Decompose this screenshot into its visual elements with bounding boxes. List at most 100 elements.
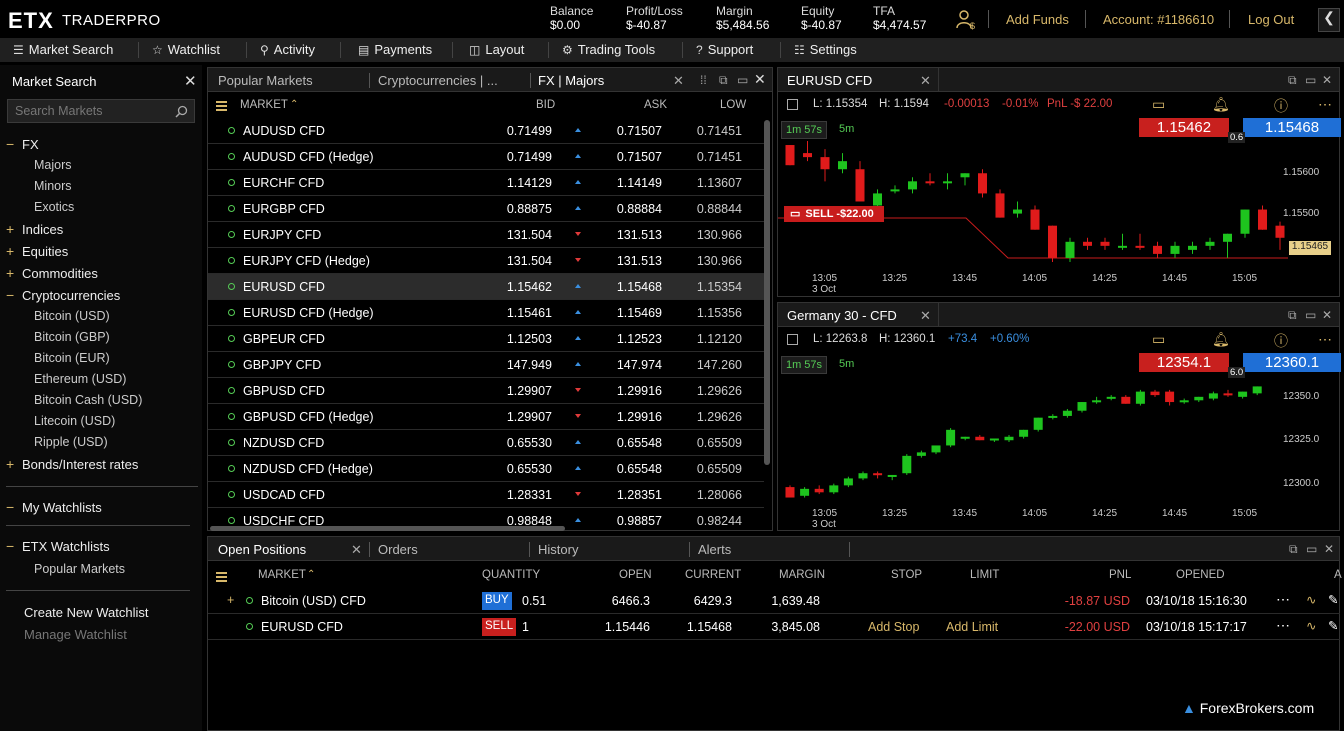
ask-price[interactable]: 1.15469 xyxy=(617,306,662,320)
popout-icon[interactable]: ⧉ xyxy=(719,73,728,88)
menu-icon[interactable] xyxy=(216,100,227,111)
add-stop-link[interactable]: Add Stop xyxy=(868,620,919,634)
edit-icon[interactable]: ✎ xyxy=(1328,592,1338,607)
crypto-sub-item[interactable]: Ripple (USD) xyxy=(34,435,108,449)
add-funds-link[interactable]: Add Funds xyxy=(1006,12,1069,27)
ask-price[interactable]: 0.71507 xyxy=(617,150,662,164)
category-bonds-interest-rates[interactable]: Bonds/Interest rates xyxy=(22,457,138,472)
bid-price[interactable]: 0.71499 xyxy=(507,124,552,138)
market-row[interactable]: NZDUSD CFD 0.65530 0.65548 0.65509 xyxy=(208,430,764,456)
crypto-sub-item[interactable]: Bitcoin (GBP) xyxy=(34,330,110,344)
nav-item-activity[interactable]: ⚲ Activity xyxy=(260,42,315,57)
ask-price[interactable]: 147.974 xyxy=(617,358,662,372)
vertical-scrollbar[interactable] xyxy=(764,120,770,465)
maximize-icon[interactable]: ▭ xyxy=(1305,308,1316,322)
close-panel-icon[interactable]: ✕ xyxy=(1322,73,1332,87)
bid-price[interactable]: 1.15461 xyxy=(507,306,552,320)
select-checkbox[interactable] xyxy=(787,99,798,110)
select-checkbox[interactable] xyxy=(787,334,798,345)
nav-item-payments[interactable]: ▤ Payments xyxy=(358,42,432,57)
col-open[interactable]: OPEN xyxy=(619,569,652,581)
bell-icon[interactable]: 🔔︎ xyxy=(1212,331,1230,348)
market-row[interactable]: USDCHF CFD 0.98848 0.98857 0.98244 xyxy=(208,508,764,526)
category-commodities[interactable]: Commodities xyxy=(22,266,98,281)
category-indices[interactable]: Indices xyxy=(22,222,63,237)
etx-watchlists[interactable]: ETX Watchlists xyxy=(22,539,110,554)
bid-price[interactable]: 131.504 xyxy=(507,228,552,242)
category-cryptocurrencies[interactable]: Cryptocurrencies xyxy=(22,288,120,303)
positions-menu-icon[interactable] xyxy=(216,571,227,585)
category-equities[interactable]: Equities xyxy=(22,244,68,259)
bid-price[interactable]: 131.504 xyxy=(507,254,552,268)
ask-price[interactable]: 1.15468 xyxy=(617,280,662,294)
sort-up-icon[interactable]: ⌃ xyxy=(290,99,298,110)
my-watchlists[interactable]: My Watchlists xyxy=(22,500,102,515)
ask-price[interactable]: 131.513 xyxy=(617,228,662,242)
col-a[interactable]: A xyxy=(1334,569,1342,581)
popout-icon[interactable]: ⧉ xyxy=(1288,308,1297,323)
ask-price[interactable]: 0.71507 xyxy=(617,124,662,138)
collapse-icon[interactable]: ❮ xyxy=(1318,8,1340,32)
edit-icon[interactable]: ✎ xyxy=(1328,618,1338,633)
expand-row-icon[interactable]: + xyxy=(227,593,234,607)
tab-alerts[interactable]: Alerts xyxy=(698,542,731,557)
bid-price[interactable]: 1.29907 xyxy=(507,410,552,424)
market-row[interactable]: EURJPY CFD (Hedge) 131.504 131.513 130.966 xyxy=(208,248,764,274)
nav-item-trading-tools[interactable]: ⚙ Trading Tools xyxy=(562,42,655,57)
market-row[interactable]: EURCHF CFD 1.14129 1.14149 1.13607 xyxy=(208,170,764,196)
bid-price[interactable]: 0.71499 xyxy=(507,150,552,164)
market-row[interactable]: EURUSD CFD 1.15462 1.15468 1.15354 xyxy=(208,274,764,300)
more-icon[interactable]: ⋯ xyxy=(1318,331,1332,348)
close-panel-icon[interactable]: ✕ xyxy=(1322,308,1332,322)
mini-chart-icon[interactable]: ∿ xyxy=(1306,592,1316,607)
more-icon[interactable]: ⋯ xyxy=(1276,591,1290,608)
user-money-icon[interactable]: $ xyxy=(955,8,977,31)
bid-price[interactable]: 0.65530 xyxy=(507,436,552,450)
bid-price[interactable]: 1.29907 xyxy=(507,384,552,398)
tab-open-positions[interactable]: Open Positions xyxy=(218,542,306,557)
close-panel-icon[interactable]: ✕ xyxy=(754,71,766,88)
ask-price[interactable]: 0.98857 xyxy=(617,514,662,526)
market-row[interactable]: AUDUSD CFD 0.71499 0.71507 0.71451 xyxy=(208,118,764,144)
col-market[interactable]: MARKET xyxy=(258,569,306,581)
col-bid[interactable]: BID xyxy=(536,99,555,111)
ask-price[interactable]: 0.65548 xyxy=(617,462,662,476)
info-icon[interactable]: ⓘ xyxy=(1274,96,1288,116)
market-row[interactable]: GBPUSD CFD (Hedge) 1.29907 1.29916 1.29626 xyxy=(208,404,764,430)
market-row[interactable]: NZDUSD CFD (Hedge) 0.65530 0.65548 0.65509 xyxy=(208,456,764,482)
tab-cryptocurrencies[interactable]: Cryptocurrencies | ... xyxy=(378,73,498,88)
close-tab-icon[interactable]: ✕ xyxy=(920,73,931,89)
close-icon[interactable]: ✕ xyxy=(184,72,197,90)
market-row[interactable]: AUDUSD CFD (Hedge) 0.71499 0.71507 0.71451 xyxy=(208,144,764,170)
sort-up-icon[interactable]: ⌃ xyxy=(307,569,315,580)
col-margin[interactable]: MARGIN xyxy=(779,569,825,581)
ask-price[interactable]: 1.14149 xyxy=(617,176,662,190)
market-row[interactable]: GBPEUR CFD 1.12503 1.12523 1.12120 xyxy=(208,326,764,352)
bid-price[interactable]: 1.14129 xyxy=(507,176,552,190)
col-quantity[interactable]: QUANTITY xyxy=(482,569,540,581)
ask-price[interactable]: 0.65548 xyxy=(617,436,662,450)
market-row[interactable]: EURJPY CFD 131.504 131.513 130.966 xyxy=(208,222,764,248)
collapse-toggle-icon[interactable]: − xyxy=(6,499,14,515)
close-panel-icon[interactable]: ✕ xyxy=(1324,542,1334,556)
bid-price[interactable]: 147.949 xyxy=(507,358,552,372)
add-limit-link[interactable]: Add Limit xyxy=(946,620,998,634)
nav-item-watchlist[interactable]: ☆ Watchlist xyxy=(152,42,220,57)
fx-sub-item[interactable]: Minors xyxy=(34,179,72,193)
col-current[interactable]: CURRENT xyxy=(685,569,741,581)
ask-price[interactable]: 1.29916 xyxy=(617,384,662,398)
position-row[interactable]: + Bitcoin (USD) CFD BUY 0.51 6466.3 6429.3 1,6… xyxy=(208,588,1340,614)
crypto-sub-item[interactable]: Bitcoin (EUR) xyxy=(34,351,110,365)
maximize-icon[interactable]: ▭ xyxy=(1305,73,1316,87)
tab-orders[interactable]: Orders xyxy=(378,542,418,557)
col-limit[interactable]: LIMIT xyxy=(970,569,999,581)
market-row[interactable]: EURUSD CFD (Hedge) 1.15461 1.15469 1.15356 xyxy=(208,300,764,326)
grid-icon[interactable]: ⁞⁞ xyxy=(700,73,707,87)
create-watchlist-link[interactable]: Create New Watchlist xyxy=(24,605,149,620)
crypto-sub-item[interactable]: Bitcoin (USD) xyxy=(34,309,110,323)
crypto-sub-item[interactable]: Ethereum (USD) xyxy=(34,372,126,386)
crypto-sub-item[interactable]: Bitcoin Cash (USD) xyxy=(34,393,142,407)
fx-sub-item[interactable]: Majors xyxy=(34,158,72,172)
info-icon[interactable]: ⓘ xyxy=(1274,331,1288,351)
market-row[interactable]: GBPUSD CFD 1.29907 1.29916 1.29626 xyxy=(208,378,764,404)
